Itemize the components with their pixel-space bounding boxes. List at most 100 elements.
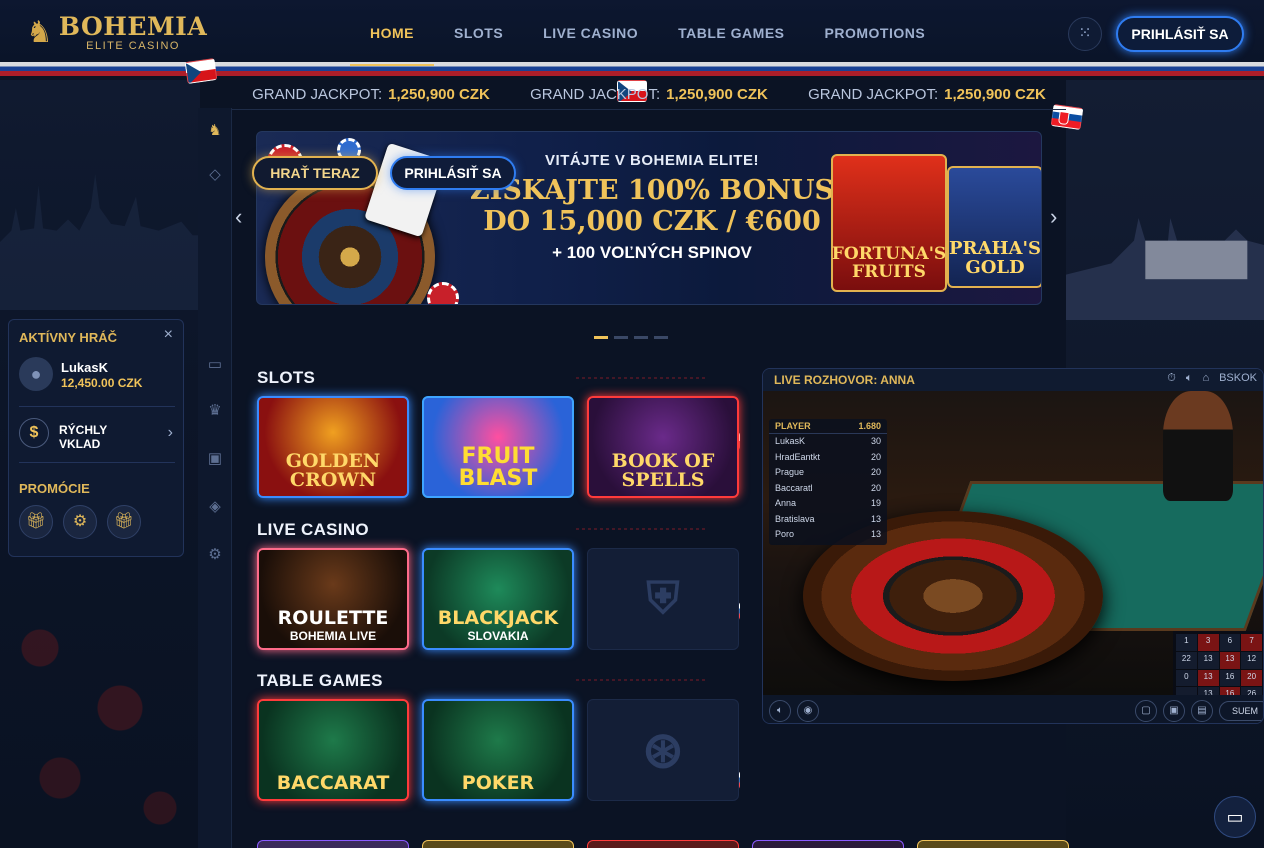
fortunas-fruits-tile[interactable]: FORTUNA'S FRUITS [831, 154, 947, 292]
nav-live-casino[interactable]: LIVE CASINO [523, 0, 658, 66]
play-now-button[interactable]: HRAŤ TERAZ [252, 156, 378, 190]
hero-welcome: VITÁJTE V BOHEMIA ELITE! [545, 152, 759, 169]
live-panel-footer: 🔈︎ ◉ ▢ ▣ ▤ SUEM [763, 695, 1263, 723]
brand-logo[interactable]: ♞ BOHEMIA ELITE CASINO [26, 10, 207, 56]
game-tile-partial[interactable] [587, 840, 739, 848]
player-row-value: 30 [870, 436, 881, 446]
player-row-value: 20 [870, 482, 881, 493]
folk-embroidery-pattern [0, 588, 200, 848]
placeholder-tile: ⛨ [587, 548, 739, 650]
game-tile-book-of-spells[interactable]: BOOK OF SPELLS [587, 396, 739, 498]
login-button[interactable]: PRIHLÁSIŤ SA [1116, 16, 1244, 52]
close-icon[interactable]: × [164, 326, 173, 344]
result-cell: 20 [1241, 669, 1262, 687]
result-cell: 6 [1219, 634, 1241, 651]
prahas-gold-tile[interactable]: PRAHA'S GOLD [947, 166, 1041, 288]
avatar[interactable]: ● [19, 357, 53, 391]
diamond-icon[interactable]: ◇ [198, 158, 232, 192]
live-header-label: BSKOK [1219, 372, 1257, 384]
nav-home[interactable]: HOME [350, 0, 434, 66]
player-name: LukasK [61, 360, 108, 375]
nav-promotions[interactable]: PROMOTIONS [805, 0, 946, 66]
player-row-name: Prague [775, 467, 805, 477]
wallet-icon[interactable]: ▭ [198, 348, 232, 382]
crown-icon[interactable]: ♛ [198, 394, 232, 428]
jackpot-value: 1,250,900 CZK [944, 86, 1046, 103]
list-item: HradEantkt 20 [769, 450, 887, 466]
game-tile-partial[interactable] [752, 840, 904, 848]
carousel-dot[interactable] [614, 336, 628, 339]
game-tile-fruit-blast[interactable]: FRUIT BLAST [422, 396, 574, 498]
result-cell: 13 [1197, 669, 1219, 687]
grid-menu-icon[interactable]: ⁙ [1068, 17, 1102, 51]
main-nav: HOME SLOTS LIVE CASINO TABLE GAMES PROMO… [350, 0, 945, 66]
carousel-dot[interactable] [634, 336, 648, 339]
hero-bonus-line1: ZÍSKAJTE 100% BONUS [470, 175, 834, 206]
language-toggle[interactable]: SUEM [1219, 701, 1263, 721]
hero-login-button[interactable]: PRIHLÁSIŤ SA [390, 156, 516, 190]
brand-subtitle: ELITE CASINO [86, 40, 180, 52]
game-tile-poker[interactable]: POKER [422, 699, 574, 801]
live-stream-panel[interactable]: LIVE ROZHOVOR: ANNA ⏱ 🔈︎ ⌂ BSKOK PLAYER … [762, 368, 1264, 724]
section-divider [576, 377, 706, 379]
game-tile-partial[interactable] [422, 840, 574, 848]
nav-slots[interactable]: SLOTS [434, 0, 523, 66]
chip-icon[interactable]: ◉ [797, 700, 819, 722]
calendar-icon[interactable]: ▤ [1191, 700, 1213, 722]
timer-icon[interactable]: ⏱ [1167, 372, 1176, 385]
carousel-dots [594, 336, 668, 339]
chevron-left-icon[interactable]: ‹ [235, 204, 242, 230]
hero-bonus-line2: DO 15,000 CZK / €600 [483, 206, 821, 237]
camera-icon[interactable]: ⌂ [1202, 372, 1209, 385]
carousel-dot[interactable] [594, 336, 608, 339]
player-row-name: LukasK [775, 436, 806, 446]
game-tile-golden-crown[interactable]: GOLDEN CROWN [257, 396, 409, 498]
jackpot-label: GRAND JACKPOT: [530, 86, 661, 103]
result-cell: 13 [1219, 651, 1241, 669]
result-cell: 13 [1197, 651, 1219, 669]
game-subtitle: SLOVAKIA [467, 629, 529, 643]
active-player-panel: AKTÍVNY HRÁČ × ● LukasK 12,450.00 CZK $ … [8, 319, 184, 557]
player-row-name: Poro [775, 529, 795, 539]
result-cell: 16 [1219, 669, 1241, 687]
volume-icon[interactable]: 🔈︎ [1186, 372, 1193, 385]
gem-icon[interactable]: ◈ [198, 490, 232, 524]
gift-icon[interactable]: 🎁︎ [19, 505, 53, 539]
chat-bubble-icon[interactable]: ▭ [1214, 796, 1256, 838]
list-item: Baccaratl 20 [769, 481, 887, 497]
player-row-name: Baccaratl [775, 482, 813, 493]
jackpot-ticker: GRAND JACKPOT: 1,250,900 CZK GRAND JACKPO… [232, 80, 1066, 110]
live-panel-title: LIVE ROZHOVOR: ANNA [774, 373, 915, 387]
live-icon[interactable]: ▣ [198, 442, 232, 476]
list-item: Prague 20 [769, 465, 887, 481]
jackpot-item: GRAND JACKPOT: 1,250,900 CZK [252, 86, 490, 103]
chevron-right-icon[interactable]: › [1050, 204, 1057, 230]
list-item: LukasK 30 [769, 434, 887, 450]
player-row-value: 20 [870, 467, 881, 477]
jackpot-label: GRAND JACKPOT: [808, 86, 939, 103]
game-tile-baccarat[interactable]: BACCARAT [257, 699, 409, 801]
gift-icon[interactable]: 🎁︎ [107, 505, 141, 539]
section-divider [576, 528, 706, 530]
carousel-dot[interactable] [654, 336, 668, 339]
fullscreen-icon[interactable]: ▢ [1135, 700, 1157, 722]
game-tile-blackjack[interactable]: BLACKJACK SLOVAKIA [422, 548, 574, 650]
players-list-header: PLAYER 1.680 [769, 419, 887, 434]
game-tile-partial[interactable] [917, 840, 1069, 848]
quick-deposit-button[interactable]: RÝCHLY VKLAD [59, 423, 119, 451]
section-divider [576, 679, 706, 681]
chevron-right-icon[interactable]: › [168, 424, 173, 442]
nav-table-games[interactable]: TABLE GAMES [658, 0, 804, 66]
hero-banner[interactable]: VITÁJTE V BOHEMIA ELITE! ZÍSKAJTE 100% B… [256, 131, 1042, 305]
jackpot-value: 1,250,900 CZK [388, 86, 490, 103]
settings-icon[interactable]: ⚙ [198, 538, 232, 572]
game-tile-roulette[interactable]: ROULETTE BOHEMIA LIVE [257, 548, 409, 650]
volume-icon[interactable]: 🔈︎ [769, 700, 791, 722]
dollar-icon: $ [19, 418, 49, 448]
live-dealer-video[interactable]: PLAYER 1.680 LukasK 30 HradEantkt 20 Pragu… [763, 391, 1263, 707]
game-tile-partial[interactable] [257, 840, 409, 848]
settings-icon[interactable]: ⚙ [63, 505, 97, 539]
game-title: BACCARAT [276, 772, 390, 794]
lion-icon[interactable]: ♞ [198, 114, 232, 148]
camera-icon[interactable]: ▣ [1163, 700, 1185, 722]
